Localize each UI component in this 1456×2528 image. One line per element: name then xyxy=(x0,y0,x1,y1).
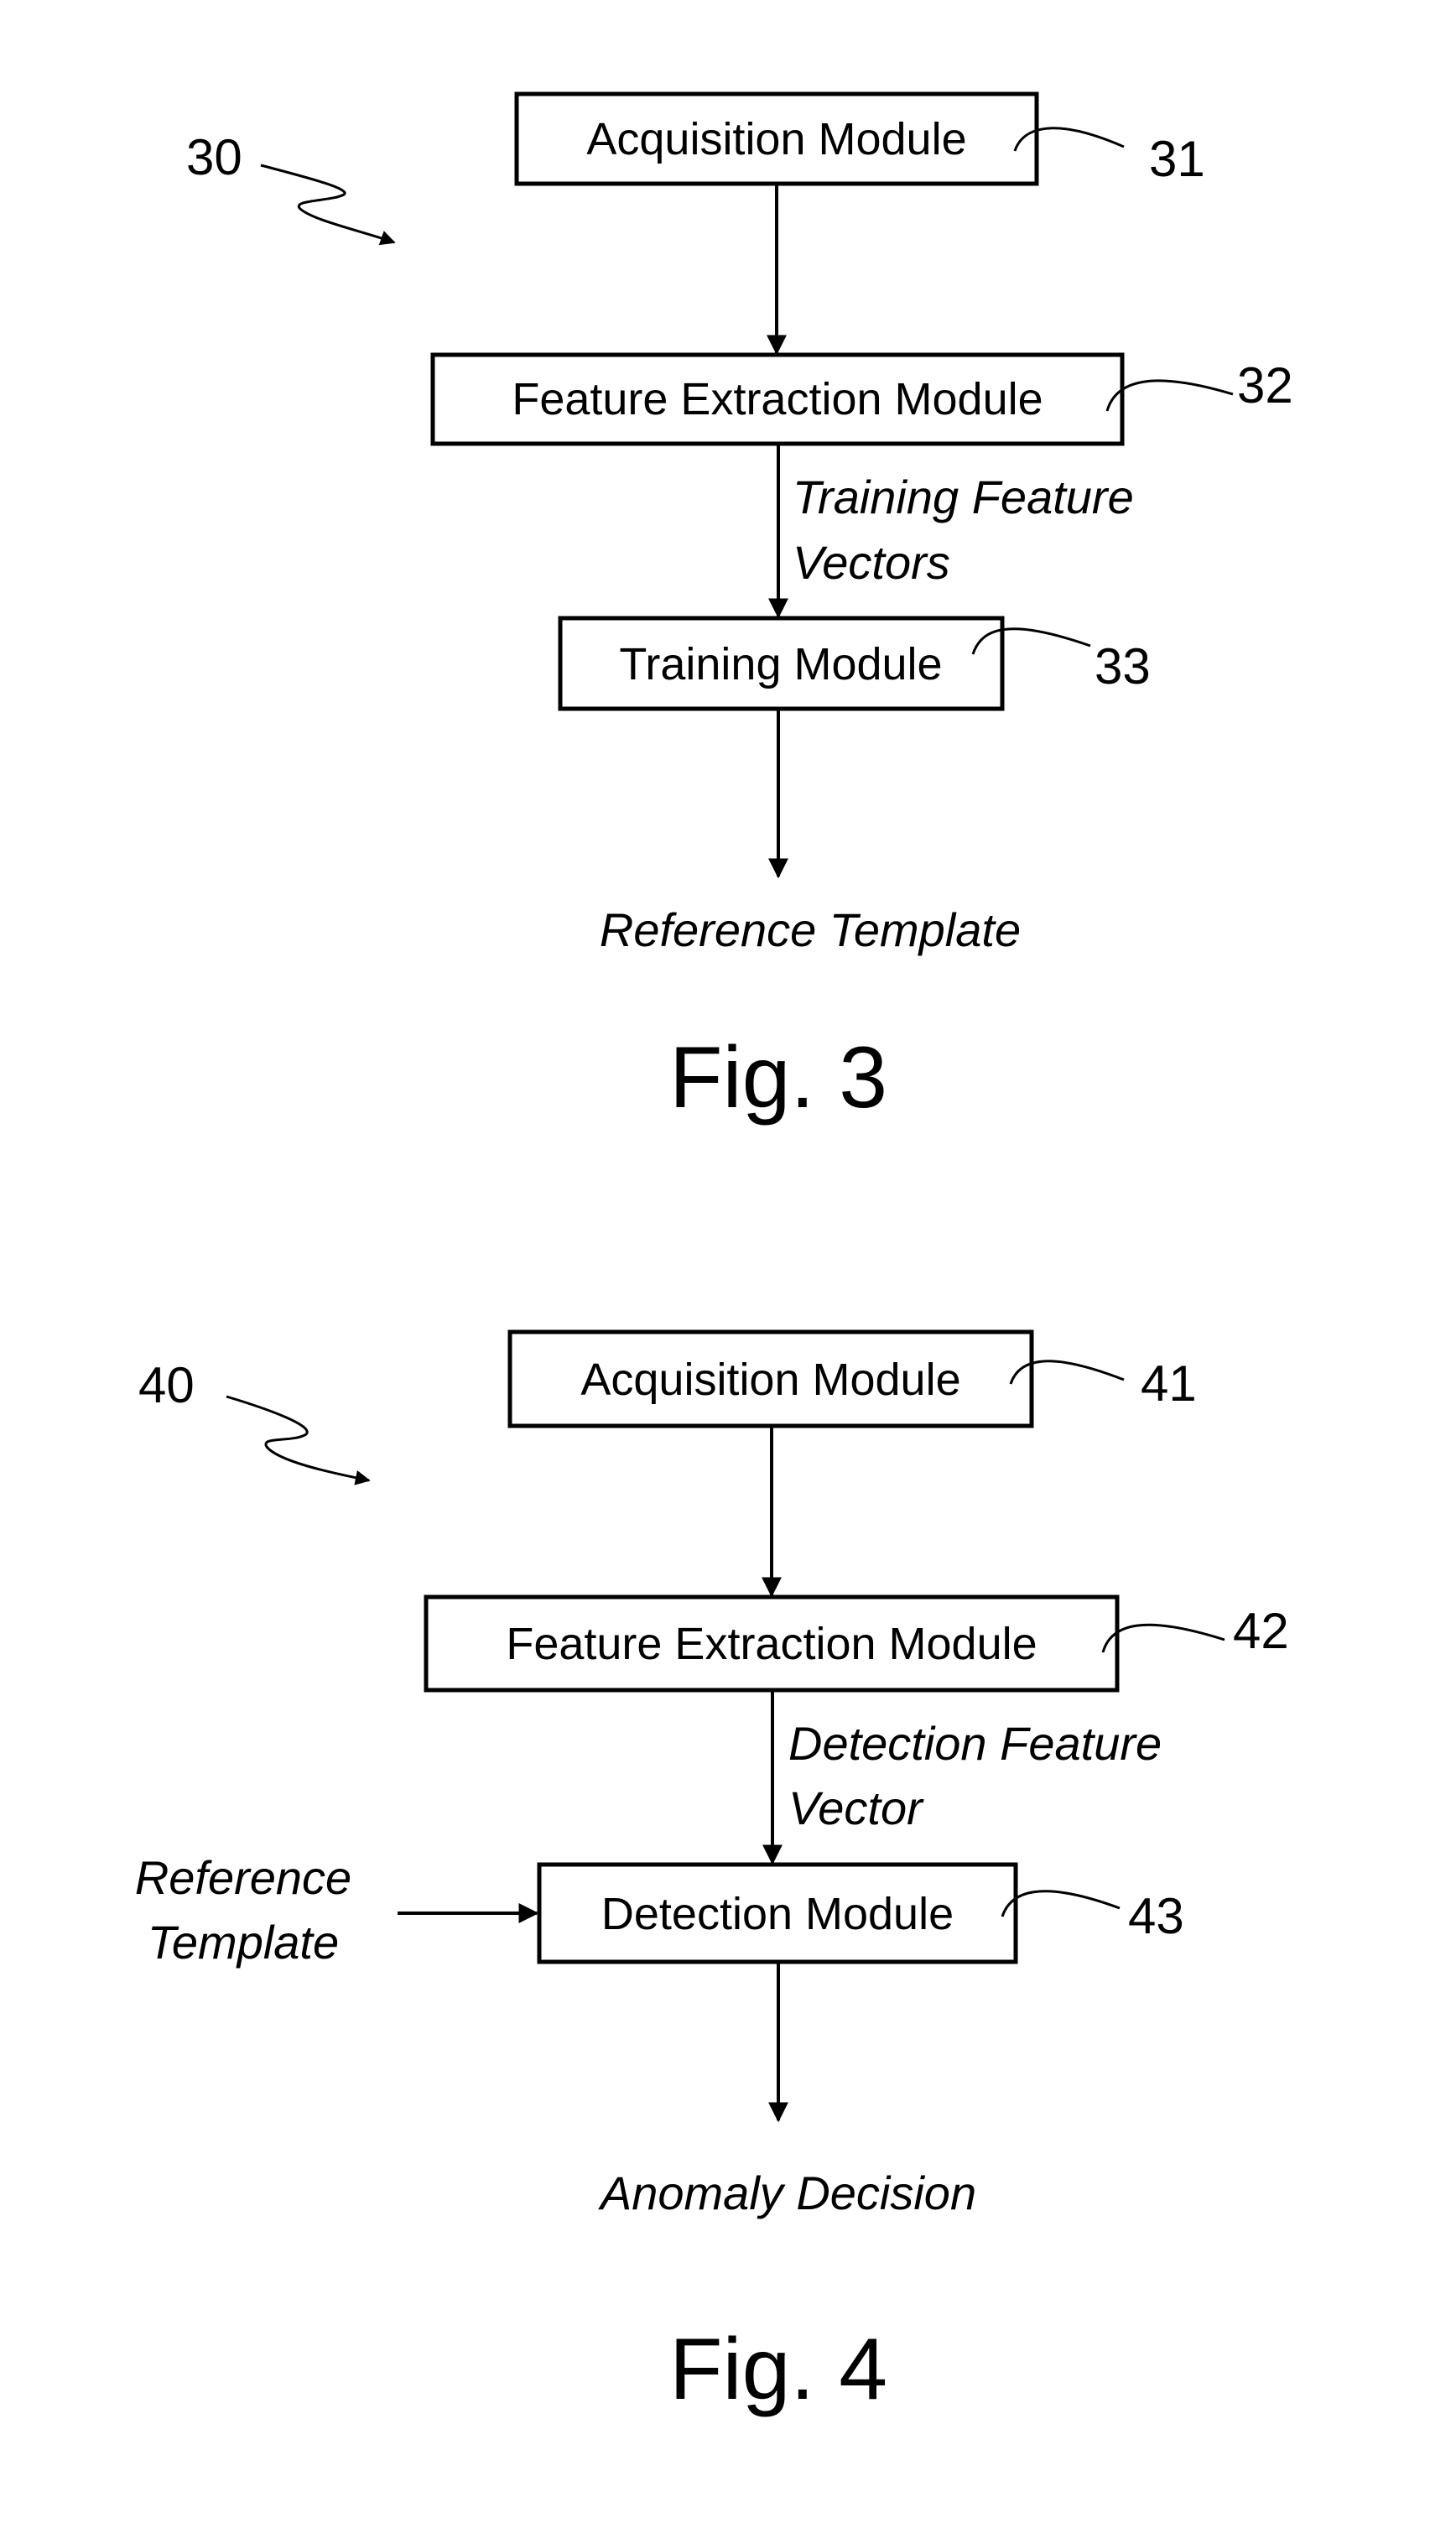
fig4-edge-label-line1: Detection Feature xyxy=(788,1717,1162,1770)
fig4-caption: Fig. 4 xyxy=(669,2321,887,2418)
fig3-feature-extraction-module-label: Feature Extraction Module xyxy=(512,374,1043,424)
fig4-leader-43 xyxy=(1001,1890,1121,1917)
fig4-ref-43: 43 xyxy=(1128,1888,1184,1944)
fig4-side-input-line1: Reference xyxy=(135,1851,351,1904)
fig3-ref-31: 31 xyxy=(1149,131,1205,187)
figure-3: 30 Acquisition Module 31 Feature Extract… xyxy=(186,91,1293,1126)
fig4-output-label: Anomaly Decision xyxy=(598,2166,976,2219)
fig4-feature-extraction-module-label: Feature Extraction Module xyxy=(506,1619,1037,1669)
fig3-acquisition-module-label: Acquisition Module xyxy=(586,114,966,164)
fig4-detection-module-label: Detection Module xyxy=(601,1889,954,1939)
fig3-edge-label-line1: Training Feature xyxy=(793,471,1134,523)
fig4-acquisition-module-label: Acquisition Module xyxy=(580,1355,960,1405)
fig3-ref-number: 30 xyxy=(186,129,242,185)
fig3-leader-32 xyxy=(1105,379,1234,412)
fig3-ref-33: 33 xyxy=(1095,638,1151,694)
fig3-squiggle-arrow-icon xyxy=(260,164,396,246)
fig4-squiggle-arrow-icon xyxy=(226,1395,371,1485)
fig4-ref-42: 42 xyxy=(1233,1603,1289,1659)
fig4-ref-41: 41 xyxy=(1141,1355,1197,1412)
fig3-output-label: Reference Template xyxy=(600,903,1021,956)
fig3-training-module-label: Training Module xyxy=(619,639,942,689)
fig3-ref-32: 32 xyxy=(1237,357,1293,414)
fig4-leader-42 xyxy=(1101,1623,1225,1653)
fig4-side-input-line2: Template xyxy=(148,1916,339,1969)
patent-figures: 30 Acquisition Module 31 Feature Extract… xyxy=(135,91,1293,2418)
fig4-edge-label-line2: Vector xyxy=(788,1782,924,1834)
figure-4: 40 Acquisition Module 41 Feature Extract… xyxy=(135,1329,1289,2418)
fig3-edge-label-line2: Vectors xyxy=(793,536,950,589)
fig3-caption: Fig. 3 xyxy=(669,1029,887,1126)
fig4-ref-number: 40 xyxy=(138,1357,195,1413)
